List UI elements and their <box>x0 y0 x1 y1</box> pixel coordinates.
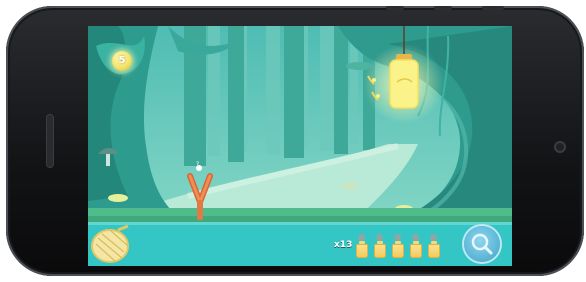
jar-slot-indicator <box>376 234 383 241</box>
ammo-count: x13 <box>334 240 353 250</box>
jar-slot-indicator <box>412 234 419 241</box>
jar-slot-indicator <box>430 234 437 241</box>
jar-slot-indicator <box>358 234 365 241</box>
firefly-jar-icon <box>392 234 404 258</box>
firefly-jar-icon <box>374 234 386 258</box>
butterfly-net-icon[interactable] <box>88 222 132 266</box>
magnifier-icon <box>471 233 493 255</box>
firefly-jar-icon <box>410 234 422 258</box>
firefly-jar-icon <box>356 234 368 258</box>
phone-side-button <box>386 6 404 10</box>
coin-count: 5 <box>118 55 126 66</box>
phone-speaker <box>46 114 54 168</box>
jar-slot-indicator <box>394 234 401 241</box>
phone-side-button <box>482 6 504 10</box>
forest-scene: ? <box>88 26 512 266</box>
jar-body <box>374 241 386 258</box>
firefly-jar-icon <box>428 234 440 258</box>
svg-text:?: ? <box>196 161 199 168</box>
jar-body <box>428 241 440 258</box>
phone-side-button <box>434 6 452 10</box>
coin-counter: 5 <box>112 51 132 71</box>
jar-body <box>392 241 404 258</box>
jar-body <box>356 241 368 258</box>
game-screen[interactable]: ? 5 x13 <box>88 26 512 266</box>
magnifier-button[interactable] <box>464 226 500 262</box>
phone-home-button[interactable] <box>554 141 566 153</box>
jar-body <box>410 241 422 258</box>
